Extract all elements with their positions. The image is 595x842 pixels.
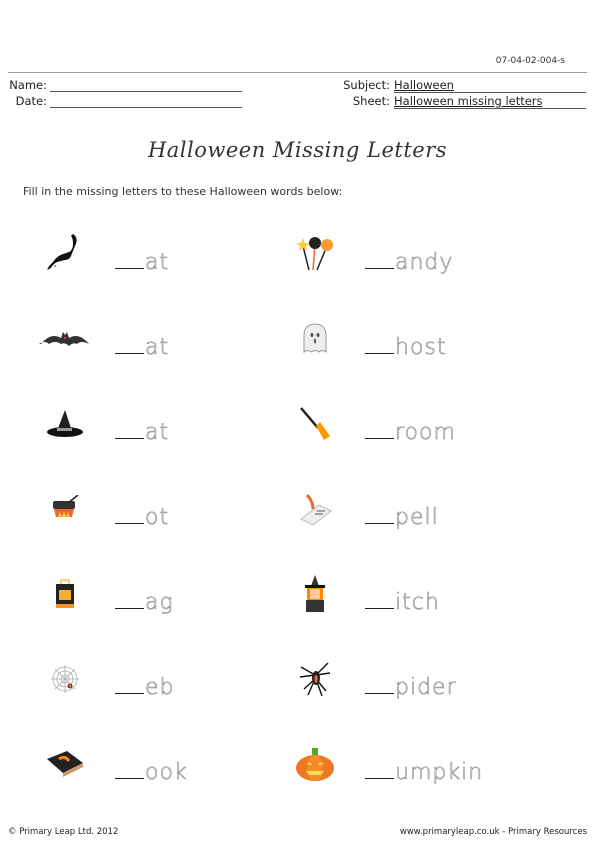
word-ending: ot	[145, 505, 170, 531]
word-ending: pider	[395, 675, 457, 701]
page-title: Halloween Missing Letters	[147, 138, 448, 162]
sheet-value: Halloween missing letters	[394, 94, 586, 109]
word-ending: at	[145, 250, 170, 276]
spider-web-icon	[35, 655, 95, 703]
document-code: 07-04-02-004-s	[495, 56, 565, 66]
word-ending: andy	[395, 250, 454, 276]
word-prompt: at	[115, 335, 169, 360]
black-cat-icon	[35, 230, 95, 278]
word-prompt: host	[365, 335, 447, 360]
word-item: at	[35, 230, 295, 280]
word-prompt: ot	[115, 505, 169, 530]
missing-letter-blank[interactable]	[365, 778, 394, 779]
word-item: at	[35, 315, 295, 365]
word-item: itch	[285, 570, 545, 620]
word-prompt: umpkin	[365, 760, 483, 785]
name-label: Name:	[9, 78, 47, 92]
word-prompt: room	[365, 420, 456, 445]
word-ending: ag	[145, 590, 174, 616]
cauldron-pot-icon	[35, 485, 95, 533]
missing-letter-blank[interactable]	[365, 353, 394, 354]
sheet-label: Sheet:	[352, 94, 390, 108]
treat-bag-icon	[35, 570, 95, 618]
missing-letter-blank[interactable]	[115, 778, 144, 779]
word-item: umpkin	[285, 740, 545, 790]
subject-value: Halloween	[394, 78, 586, 93]
date-row: Date:	[9, 94, 242, 108]
footer-copyright: © Primary Leap Ltd. 2012	[8, 827, 119, 837]
word-item: room	[285, 400, 545, 450]
word-prompt: ag	[115, 590, 174, 615]
missing-letter-blank[interactable]	[115, 523, 144, 524]
missing-letter-blank[interactable]	[365, 438, 394, 439]
date-field[interactable]	[50, 95, 242, 108]
missing-letter-blank[interactable]	[115, 353, 144, 354]
word-ending: host	[395, 335, 447, 361]
missing-letter-blank[interactable]	[115, 608, 144, 609]
word-prompt: pider	[365, 675, 457, 700]
missing-letter-blank[interactable]	[365, 608, 394, 609]
subject-row: Subject: Halloween	[330, 78, 586, 93]
name-row: Name:	[9, 78, 242, 92]
missing-letter-blank[interactable]	[365, 523, 394, 524]
word-prompt: pell	[365, 505, 439, 530]
candy-lollipops-icon	[285, 230, 345, 278]
word-ending: eb	[145, 675, 175, 701]
missing-letter-blank[interactable]	[115, 268, 144, 269]
word-ending: itch	[395, 590, 440, 616]
sheet-row: Sheet: Halloween missing letters	[330, 94, 586, 109]
spider-icon	[285, 655, 345, 703]
word-ending: room	[395, 420, 456, 446]
spell-book-icon	[35, 740, 95, 788]
word-item: pell	[285, 485, 545, 535]
word-prompt: eb	[115, 675, 175, 700]
missing-letter-blank[interactable]	[365, 693, 394, 694]
subject-label: Subject:	[343, 78, 390, 92]
name-field[interactable]	[50, 79, 242, 92]
word-item: ot	[35, 485, 295, 535]
broom-icon	[285, 400, 345, 448]
instructions: Fill in the missing letters to these Hal…	[23, 185, 343, 198]
word-item: ook	[35, 740, 295, 790]
word-item: ag	[35, 570, 295, 620]
witch-icon	[285, 570, 345, 618]
header-divider	[8, 72, 587, 73]
date-label: Date:	[15, 94, 47, 108]
spell-scroll-quill-icon	[285, 485, 345, 533]
bat-icon	[35, 315, 95, 363]
word-prompt: itch	[365, 590, 440, 615]
missing-letter-blank[interactable]	[115, 693, 144, 694]
footer-website: www.primaryleap.co.uk - Primary Resource…	[399, 827, 587, 837]
word-ending: at	[145, 420, 170, 446]
word-ending: pell	[395, 505, 439, 531]
missing-letter-blank[interactable]	[115, 438, 144, 439]
witch-hat-icon	[35, 400, 95, 448]
word-prompt: ook	[115, 760, 188, 785]
pumpkin-icon	[285, 740, 345, 788]
word-item: host	[285, 315, 545, 365]
word-ending: umpkin	[395, 760, 484, 786]
missing-letter-blank[interactable]	[365, 268, 394, 269]
word-prompt: at	[115, 250, 169, 275]
word-prompt: andy	[365, 250, 453, 275]
word-item: eb	[35, 655, 295, 705]
word-ending: at	[145, 335, 170, 361]
word-prompt: at	[115, 420, 169, 445]
word-item: pider	[285, 655, 545, 705]
word-item: andy	[285, 230, 545, 280]
word-ending: ook	[145, 760, 188, 786]
word-item: at	[35, 400, 295, 450]
ghost-icon	[285, 315, 345, 363]
